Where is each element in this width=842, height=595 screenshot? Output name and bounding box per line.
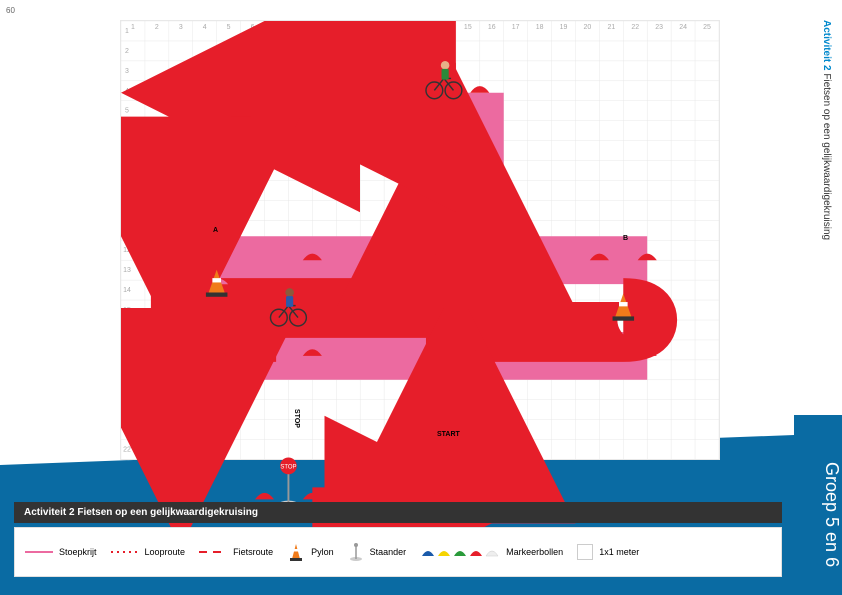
markeerbollen-icon [420,544,500,560]
page-number: 60 [6,6,15,15]
point-a-label: A [213,227,218,234]
legend-scale-label: 1x1 meter [599,547,639,557]
side-activity-title: Fietsen op een gelijkwaardigekruising [821,73,832,240]
legend-scale: 1x1 meter [577,544,639,560]
stoepkrijt-icon [25,551,53,553]
legend-markeerbollen: Markeerbollen [420,544,563,560]
legend-fietsroute: Fietsroute [199,547,273,557]
scale-box-icon [577,544,593,560]
stop-label: STOP [293,409,300,428]
legend-fietsroute-label: Fietsroute [233,547,273,557]
legend-pylon: Pylon [287,542,334,562]
legend-staander-label: Staander [370,547,407,557]
svg-text:STOP: STOP [280,464,296,470]
start-label: START [437,431,460,438]
staander-icon [348,542,364,562]
legend-markeerbollen-label: Markeerbollen [506,547,563,557]
side-header: Activiteit 2 Fietsen op een gelijkwaardi… [821,20,832,240]
side-group-label: Groep 5 en 6 [794,415,842,595]
legend-staander: Staander [348,542,407,562]
legend-looproute: Looproute [111,547,186,557]
diagram-grid: 1234567891011121314151617181920212223242… [120,20,720,460]
side-activity: Activiteit 2 [821,20,832,71]
legend-stoepkrijt-label: Stoepkrijt [59,547,97,557]
route-diagram: STOP [121,21,719,547]
looproute-icon [111,551,139,553]
legend: Stoepkrijt Looproute Fietsroute Pylon St… [14,527,782,577]
pylon-icon [287,542,305,562]
legend-pylon-label: Pylon [311,547,334,557]
title-bar: Activiteit 2 Fietsen op een gelijkwaardi… [14,502,782,523]
legend-looproute-label: Looproute [145,547,186,557]
legend-stoepkrijt: Stoepkrijt [25,547,97,557]
fietsroute-icon [199,551,227,553]
point-b-label: B [623,235,628,242]
